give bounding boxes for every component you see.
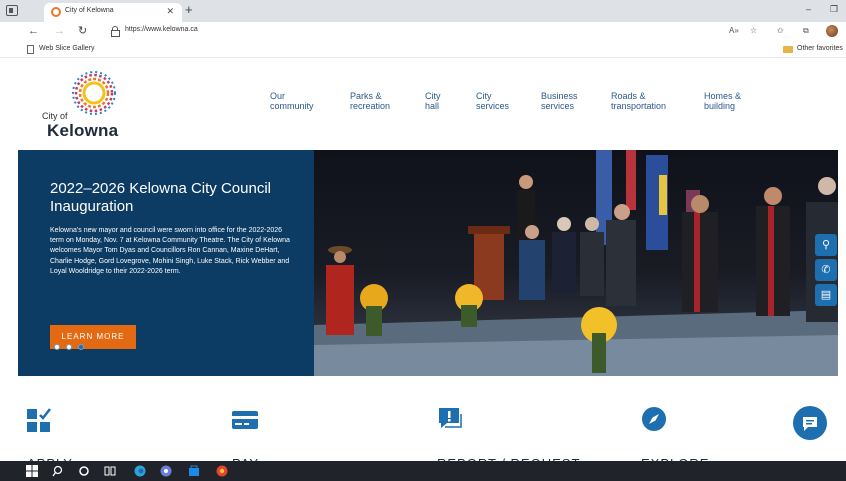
nav-parks-recreation[interactable]: Parks & recreation (350, 91, 390, 111)
search-icon[interactable]: ⚲ (815, 234, 837, 256)
sun-logo-icon (72, 71, 116, 115)
favorites-icon[interactable]: ✩ (777, 26, 784, 35)
address-bar[interactable]: https://www.kelowna.ca (107, 24, 711, 39)
store-icon[interactable] (188, 465, 200, 477)
restore-icon[interactable]: ❐ (830, 4, 838, 15)
chat-button[interactable] (793, 406, 827, 440)
site-header: City of Kelowna Our community Parks & re… (0, 59, 846, 149)
browser-toolbar: ← → ↻ https://www.kelowna.ca A» ☆ ✩ ⧉ (0, 22, 846, 41)
nav-label: Roads & (611, 91, 646, 101)
nav-label: hall (425, 101, 440, 111)
logo-kelowna: Kelowna (47, 121, 119, 140)
compass-icon (642, 407, 666, 431)
stage-photo-illustration (314, 150, 838, 376)
page-icon (27, 45, 34, 54)
quick-link-pay[interactable]: PAY (232, 406, 372, 471)
edge-icon[interactable] (134, 465, 146, 477)
phone-icon[interactable]: ✆ (815, 259, 837, 281)
nav-label: City (476, 91, 492, 101)
favorites-add-icon[interactable]: ☆ (750, 26, 757, 35)
carousel-dot[interactable] (78, 344, 84, 350)
folder-icon (783, 46, 793, 53)
task-view-icon[interactable] (104, 465, 116, 477)
refresh-icon[interactable]: ↻ (78, 24, 87, 38)
tab-title: City of Kelowna (65, 7, 114, 14)
favorites-item[interactable]: Web Slice Gallery (39, 45, 95, 52)
credit-card-icon (232, 411, 258, 429)
tab-close-icon[interactable]: ✕ (166, 6, 174, 17)
back-icon[interactable]: ← (28, 24, 39, 38)
new-tab-button[interactable]: + (185, 3, 193, 17)
council-inauguration-photo (314, 150, 838, 376)
quick-link-report-request[interactable]: REPORT / REQUEST (437, 406, 607, 471)
read-aloud-icon[interactable]: A» (729, 26, 739, 35)
nav-label: Our (270, 91, 286, 101)
nav-label: community (270, 101, 314, 111)
quick-link-explore[interactable]: EXPLORE (641, 406, 771, 471)
nav-label: services (476, 101, 510, 111)
nav-label: Parks & (350, 91, 382, 101)
os-taskbar (0, 461, 846, 481)
browser-tab-bar: City of Kelowna ✕ + – ❐ (0, 0, 846, 22)
search-taskbar-icon[interactable] (52, 465, 64, 477)
favorites-bar: Web Slice Gallery Other favorites (0, 41, 846, 58)
logo-city-of: City of (42, 111, 68, 121)
hero-title: 2022–2026 Kelowna City Council Inaugurat… (50, 180, 271, 215)
windows-start-icon[interactable] (26, 465, 38, 477)
carousel-dot[interactable] (66, 344, 72, 350)
app-icon[interactable] (160, 465, 172, 477)
forward-icon[interactable]: → (54, 24, 65, 38)
nav-label: services (541, 101, 575, 111)
nav-city-hall[interactable]: City hall (425, 91, 441, 111)
checklist-icon (27, 408, 51, 432)
nav-label: Homes & (704, 91, 742, 101)
other-favorites[interactable]: Other favorites (797, 45, 843, 52)
hero-body: Kelowna’s new mayor and council were swo… (50, 227, 290, 275)
browser-tab[interactable]: City of Kelowna ✕ (44, 3, 182, 22)
browser-app-icon[interactable] (216, 465, 228, 477)
carousel-dot[interactable] (54, 344, 60, 350)
report-icon (439, 408, 462, 428)
cortana-icon[interactable] (78, 465, 90, 477)
nav-city-services[interactable]: City services (476, 91, 509, 111)
nav-label: building (704, 101, 736, 111)
chat-icon (803, 417, 817, 431)
kelowna-logo[interactable]: City of Kelowna (42, 71, 132, 141)
hero-panel: 2022–2026 Kelowna City Council Inaugurat… (18, 150, 314, 376)
minimize-icon[interactable]: – (806, 4, 811, 14)
profile-avatar[interactable] (826, 25, 838, 37)
nav-label: recreation (350, 101, 391, 111)
nav-homes-building[interactable]: Homes & building (704, 91, 741, 111)
quick-link-apply[interactable]: APPLY (27, 406, 167, 471)
nav-label: City (425, 91, 441, 101)
kelowna-favicon-icon (51, 7, 61, 17)
learn-more-button[interactable]: LEARN MORE (50, 325, 136, 349)
collections-icon[interactable]: ⧉ (803, 26, 809, 36)
nav-our-community[interactable]: Our community (270, 91, 314, 111)
nav-label: Business (541, 91, 578, 101)
document-icon[interactable]: ▤ (815, 284, 837, 306)
nav-business-services[interactable]: Business services (541, 91, 578, 111)
lock-icon (111, 26, 120, 37)
url-text: https://www.kelowna.ca (125, 26, 198, 33)
nav-label: transportation (611, 101, 667, 111)
tab-actions-icon[interactable] (6, 5, 18, 16)
nav-roads-transportation[interactable]: Roads & transportation (611, 91, 666, 111)
